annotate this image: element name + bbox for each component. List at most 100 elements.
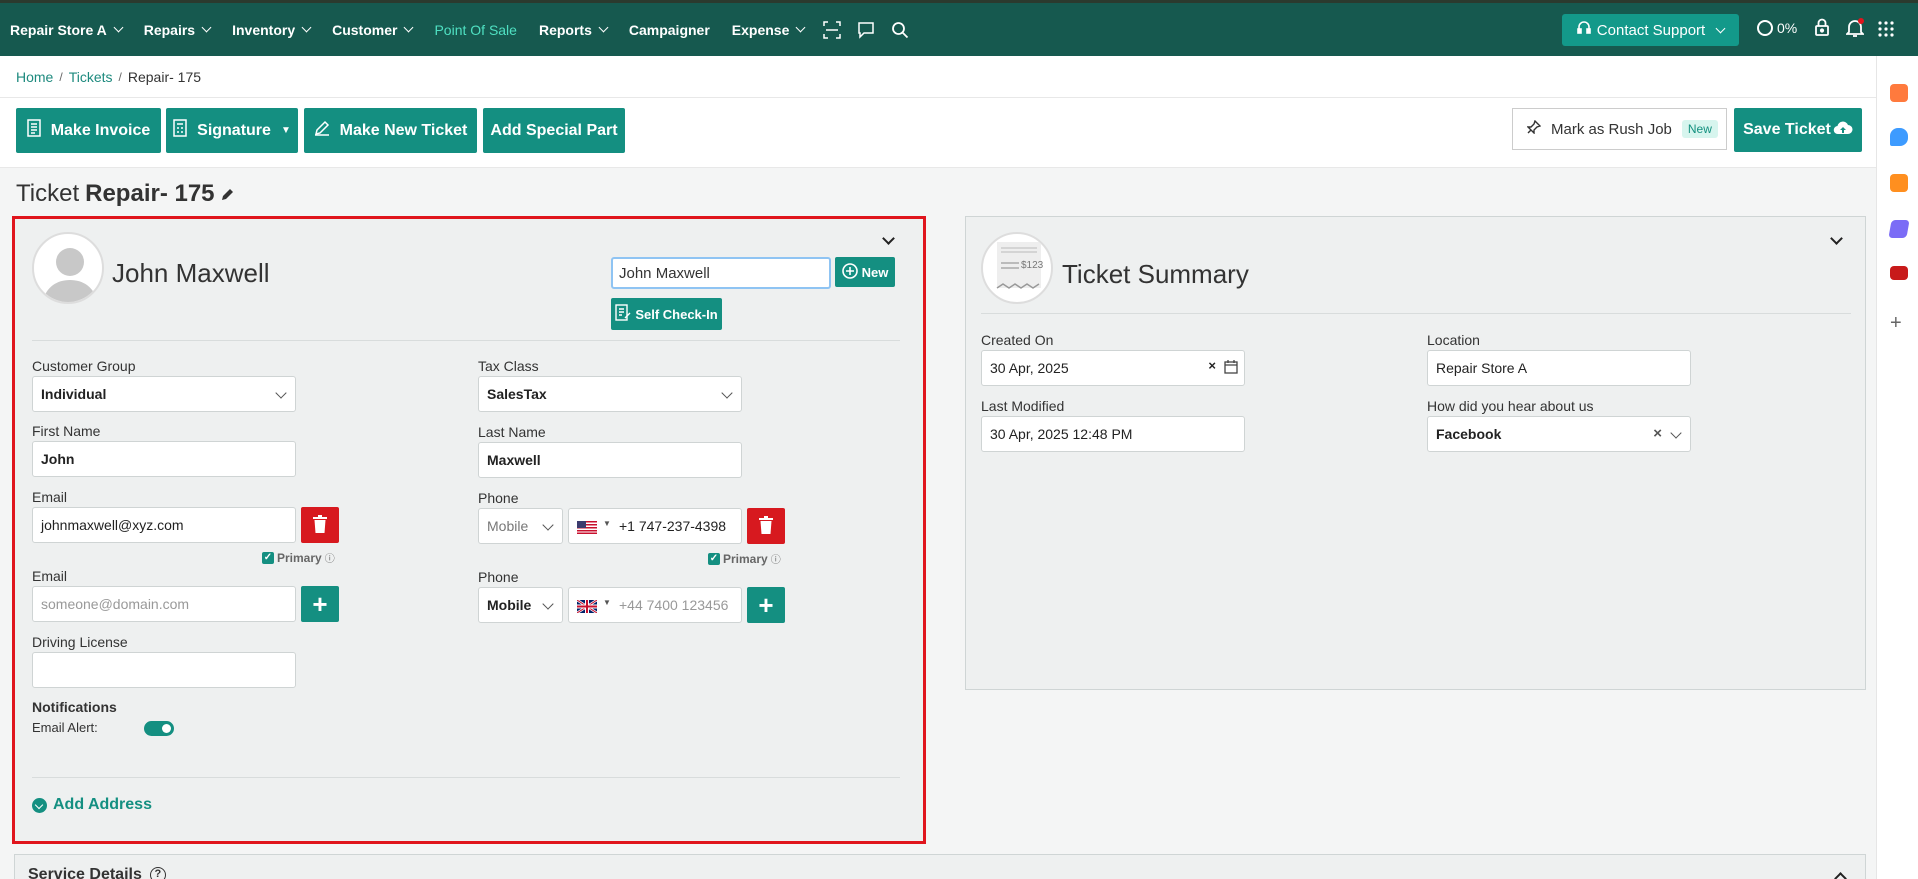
signature-label: Signature [197,121,271,139]
breadcrumb-home[interactable]: Home [16,69,53,85]
notifications-heading: Notifications [32,699,117,715]
service-details-panel [14,854,1866,879]
right-rail: + [1876,56,1918,879]
caret-down-icon: ▼ [603,519,611,528]
chat-icon[interactable] [849,3,883,56]
email-alert-toggle[interactable] [144,721,174,736]
checkin-icon [615,303,631,325]
add-email-button[interactable]: + [301,586,339,622]
first-name-label: First Name [32,423,101,439]
apps-grid-icon[interactable] [1878,21,1894,40]
help-icon[interactable]: ? [149,867,166,879]
cards-icon[interactable] [1888,220,1910,238]
divider [981,313,1851,314]
nav-point-of-sale[interactable]: Point Of Sale [423,3,528,56]
plus-circle-icon [841,262,858,282]
primary-label: Primary [277,550,322,565]
divider [32,777,900,778]
nav-store-selector[interactable]: Repair Store A [0,3,133,56]
caret-down-icon: ▼ [603,598,611,607]
nav-expense[interactable]: Expense [721,3,816,56]
make-invoice-button[interactable]: Make Invoice [16,108,161,153]
nav-campaigner[interactable]: Campaigner [618,3,721,56]
customer-group-select[interactable]: Individual [32,376,296,412]
driving-license-label: Driving License [32,634,128,650]
scan-icon[interactable] [815,3,849,56]
hear-about-select[interactable]: Facebook × [1427,416,1691,452]
last-name-value: Maxwell [487,452,541,468]
delete-phone-button[interactable] [747,508,785,544]
clear-icon[interactable]: × [1208,358,1216,373]
location-field[interactable]: Repair Store A [1427,350,1691,386]
add-special-part-button[interactable]: Add Special Part [483,108,625,153]
add-icon[interactable]: + [1890,312,1902,335]
driving-license-field[interactable] [32,652,296,688]
clear-icon[interactable]: × [1653,425,1662,442]
hear-about-value: Facebook [1436,426,1502,442]
receipt-avatar: $123 [981,232,1053,304]
add-address-button[interactable]: Add Address [32,796,152,814]
self-checkin-label: Self Check-In [635,306,718,322]
phone-type-select[interactable]: Mobile [478,508,563,544]
contact-support-button[interactable]: Contact Support [1562,14,1739,46]
location-label: Location [1427,332,1480,348]
chevron-down-icon [301,22,312,33]
first-name-field[interactable]: John [32,441,296,477]
checkbox-checked-icon: ✓ [262,551,274,564]
add-phone-button[interactable]: + [747,587,785,623]
phone-primary-checkbox[interactable]: ✓ Primary ⓘ [708,551,781,566]
chevron-down-icon [275,387,287,399]
breadcrumb-tickets[interactable]: Tickets [69,69,113,85]
new-customer-button[interactable]: New [835,257,895,287]
nav-label: Customer [332,21,398,38]
email-primary-checkbox[interactable]: ✓ Primary ⓘ [262,550,335,565]
phone2-field[interactable]: ▼ +44 7400 123456 [568,587,742,623]
rush-job-button[interactable]: Mark as Rush Job New [1512,108,1727,150]
search-icon[interactable] [883,3,917,56]
chevron-down-icon [201,22,212,33]
created-on-value: 30 Apr, 2025 [990,360,1069,376]
last-name-label: Last Name [478,424,546,440]
tax-class-select[interactable]: SalesTax [478,376,742,412]
inbox-icon[interactable] [1890,266,1908,280]
divider [32,340,900,341]
calendar-icon[interactable] [1224,360,1238,377]
nav-repairs[interactable]: Repairs [133,3,221,56]
phone2-type-select[interactable]: Mobile [478,587,563,623]
pencil-icon [314,120,330,141]
progress-indicator[interactable]: 0% [1757,20,1797,36]
gift-icon[interactable] [1890,84,1908,102]
save-ticket-button[interactable]: Save Ticket [1734,108,1862,152]
nav-label: Repairs [143,21,196,38]
signature-button[interactable]: Signature ▼ [166,108,298,153]
chevron-down-icon [795,22,806,33]
self-checkin-button[interactable]: Self Check-In [611,298,722,330]
nav-label: Expense [731,21,790,38]
service-details-header[interactable]: Service Details ? [28,866,166,879]
delete-email-button[interactable] [301,507,339,543]
cloud-upload-icon [1833,121,1853,140]
email-field[interactable]: johnmaxwell@xyz.com [32,507,296,543]
breadcrumb-current: Repair- 175 [127,68,202,85]
action-toolbar: Make Invoice Signature ▼ Make New Ticket… [0,98,1876,168]
messages-icon[interactable] [1890,128,1908,146]
notes-icon[interactable] [1890,174,1908,192]
email2-field[interactable]: someone@domain.com [32,586,296,622]
phone-field[interactable]: ▼ +1 747-237-4398 [568,508,742,544]
tax-class-value: SalesTax [487,386,547,402]
lock-icon[interactable] [1814,18,1830,39]
last-name-field[interactable]: Maxwell [478,442,742,478]
created-on-field[interactable]: 30 Apr, 2025 × [981,350,1245,386]
nav-inventory[interactable]: Inventory [221,3,321,56]
nav-customer[interactable]: Customer [321,3,423,56]
info-icon: ⓘ [770,555,781,566]
make-new-ticket-button[interactable]: Make New Ticket [304,108,477,153]
invoice-icon [26,119,41,142]
edit-pencil-icon[interactable] [221,180,235,208]
nav-label: Repair Store A [10,21,107,38]
customer-search-input[interactable] [611,257,831,289]
bell-icon[interactable] [1844,18,1866,41]
nav-reports[interactable]: Reports [528,3,618,56]
email2-placeholder: someone@domain.com [41,596,190,612]
phone-type-value: Mobile [487,518,529,534]
